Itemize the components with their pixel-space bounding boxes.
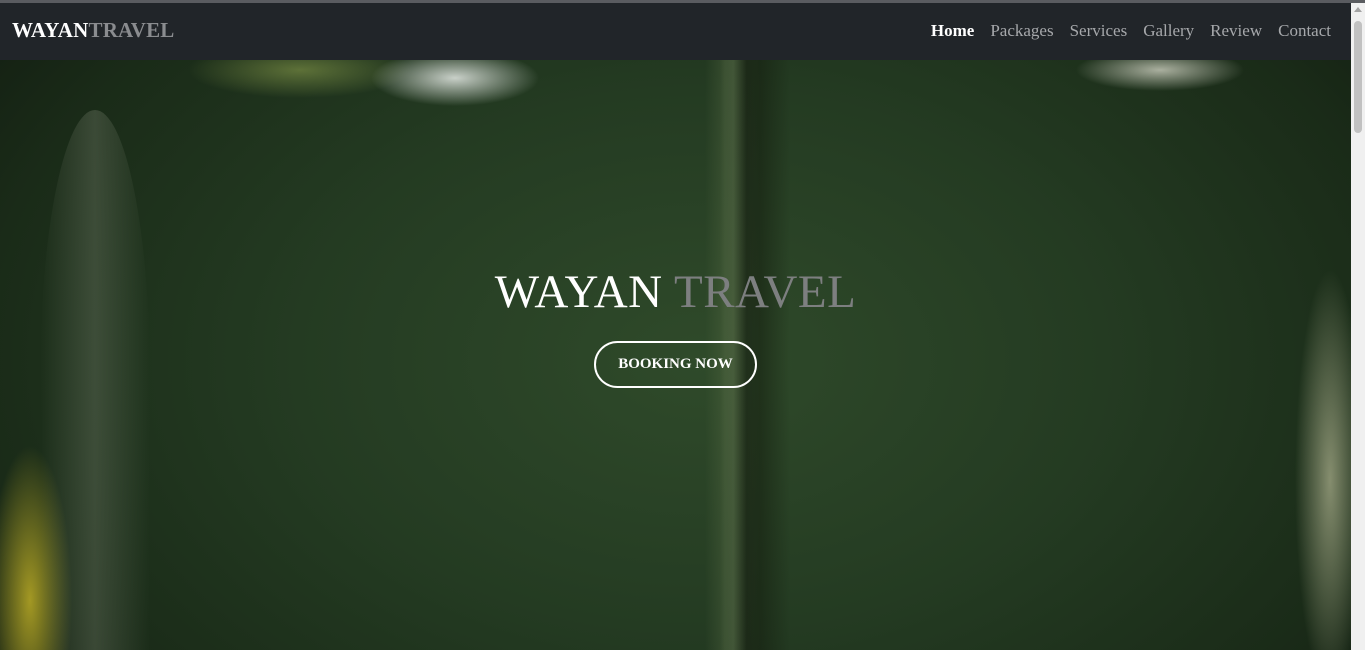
nav-link-gallery[interactable]: Gallery [1143, 21, 1194, 40]
scroll-up-arrow-icon[interactable] [1354, 7, 1362, 12]
hero-background-leaf-edge [40, 110, 150, 650]
page-scrollbar[interactable] [1351, 3, 1365, 650]
nav-link-services[interactable]: Services [1070, 21, 1128, 40]
hero-section: WAYAN TRAVEL BOOKING NOW [0, 60, 1351, 650]
booking-now-button[interactable]: BOOKING NOW [594, 341, 757, 388]
hero-title-travel: TRAVEL [674, 266, 857, 318]
brand-part-wayan: WAYAN [12, 18, 89, 42]
nav-link-home[interactable]: Home [931, 21, 974, 40]
hero-title-wayan: WAYAN [494, 266, 663, 318]
navbar: WAYANTRAVEL Home Packages Services Galle… [0, 3, 1365, 60]
hero-title: WAYAN TRAVEL [0, 265, 1351, 319]
brand-part-travel: TRAVEL [88, 18, 175, 42]
nav-link-review[interactable]: Review [1210, 21, 1262, 40]
nav-link-contact[interactable]: Contact [1278, 21, 1331, 40]
scrollbar-thumb[interactable] [1354, 21, 1362, 133]
nav-links: Home Packages Services Gallery Review Co… [931, 21, 1331, 41]
brand-logo[interactable]: WAYANTRAVEL [12, 18, 175, 43]
nav-link-packages[interactable]: Packages [990, 21, 1053, 40]
